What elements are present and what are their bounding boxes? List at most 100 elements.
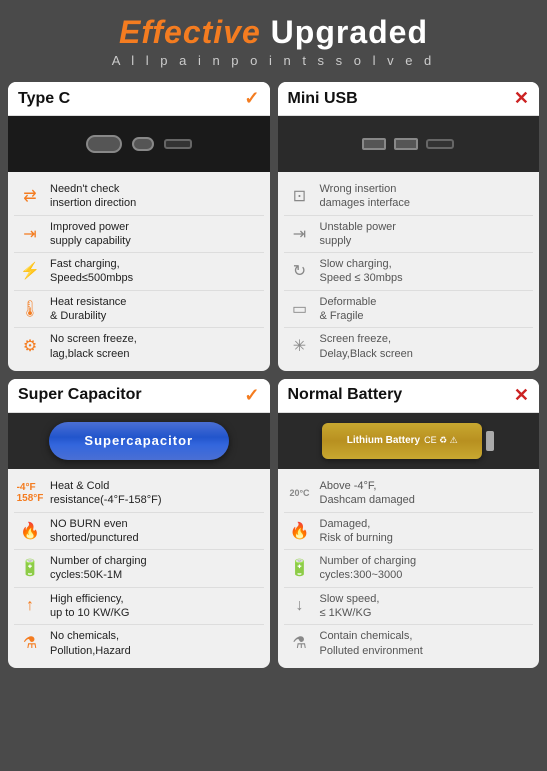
header: Effective Upgraded A l l p a i n p o i n… (0, 0, 547, 74)
feature-text: Needn't checkinsertion direction (50, 182, 136, 211)
feature-item: ⚗ No chemicals,Pollution,Hazard (14, 625, 264, 662)
feature-text: Number of chargingcycles:300~3000 (320, 554, 417, 583)
feature-text: No screen freeze,lag,black screen (50, 332, 137, 361)
feature-text: Heat & Coldresistance(-4°F-158°F) (50, 479, 162, 508)
mini-usb-badge: ✕ (514, 88, 529, 109)
feature-text: No chemicals,Pollution,Hazard (50, 629, 131, 658)
page-title: Effective Upgraded (10, 14, 537, 51)
unstable-power-icon: ⇥ (286, 220, 314, 248)
super-cap-badge: ✓ (244, 385, 259, 406)
main-grid: Type C ✓ ⇄ Needn't checkinsertion direct… (0, 74, 547, 676)
type-c-title: Type C (18, 90, 70, 108)
temp-damage-icon: 20°C (286, 479, 314, 507)
mini-usb-port-icon (362, 138, 386, 150)
battery-tip (486, 431, 494, 451)
feature-text: Unstable powersupply (320, 220, 396, 249)
freeze-icon: ✳ (286, 332, 314, 360)
feature-text: High efficiency,up to 10 KW/KG (50, 592, 129, 621)
feature-item: ▭ Deformable& Fragile (284, 291, 534, 329)
mini-usb-port2-icon (394, 138, 418, 150)
capacitor-image: Supercapacitor (8, 413, 270, 469)
fast-charge-icon: ⚡ (16, 257, 44, 285)
feature-text: Above -4°F,Dashcam damaged (320, 479, 415, 508)
type-c-header: Type C ✓ (8, 82, 270, 116)
feature-item: -4°F158°F Heat & Coldresistance(-4°F-158… (14, 475, 264, 513)
feature-item: ⊡ Wrong insertiondamages interface (284, 178, 534, 216)
super-cap-features: -4°F158°F Heat & Coldresistance(-4°F-158… (8, 469, 270, 668)
feature-item: ↑ High efficiency,up to 10 KW/KG (14, 588, 264, 626)
feature-item: ⇥ Improved powersupply capability (14, 216, 264, 254)
feature-text: Deformable& Fragile (320, 295, 377, 324)
mini-usb-header: Mini USB ✕ (278, 82, 540, 116)
efficiency-icon: ↑ (16, 592, 44, 620)
feature-item: ⇥ Unstable powersupply (284, 216, 534, 254)
battery-image: Lithium Battery CE ♻ ⚠ (278, 413, 540, 469)
normal-battery-header: Normal Battery ✕ (278, 379, 540, 413)
feature-text: Screen freeze,Delay,Black screen (320, 332, 413, 361)
feature-text: Improved powersupply capability (50, 220, 131, 249)
feature-item: ↻ Slow charging,Speed ≤ 30mbps (284, 253, 534, 291)
feature-text: Heat resistance& Durability (50, 295, 126, 324)
usb-slot-icon (164, 139, 192, 149)
battery-label: Lithium Battery (347, 435, 420, 446)
no-burn-icon: 🔥 (16, 517, 44, 545)
no-chemicals-icon: ⚗ (16, 629, 44, 657)
mini-usb-title: Mini USB (288, 90, 358, 108)
type-c-badge: ✓ (244, 88, 259, 109)
normal-battery-features: 20°C Above -4°F,Dashcam damaged 🔥 Damage… (278, 469, 540, 668)
low-cycles-icon: 🔋 (286, 554, 314, 582)
heat-icon: 🌡 (16, 295, 44, 323)
slow-charge-icon: ↻ (286, 257, 314, 285)
capacitor-body: Supercapacitor (49, 422, 229, 460)
mini-usb-image (278, 116, 540, 172)
feature-item: ✳ Screen freeze,Delay,Black screen (284, 328, 534, 365)
feature-item: ⚡ Fast charging,Speed≤500mbps (14, 253, 264, 291)
slow-speed-icon: ↓ (286, 592, 314, 620)
feature-item: ⚗ Contain chemicals,Polluted environment (284, 625, 534, 662)
power-icon: ⇥ (16, 220, 44, 248)
usb-c-port-small-icon (132, 137, 154, 151)
usb-slot2-icon (426, 139, 454, 149)
feature-item: 🔋 Number of chargingcycles:300~3000 (284, 550, 534, 588)
battery-body: Lithium Battery CE ♻ ⚠ (322, 423, 482, 459)
title-upgraded: Upgraded (261, 14, 428, 50)
mini-usb-card: Mini USB ✕ ⊡ Wrong insertiondamages inte… (278, 82, 540, 371)
feature-text: Fast charging,Speed≤500mbps (50, 257, 133, 286)
title-effective: Effective (119, 14, 261, 50)
feature-item: 🔥 Damaged,Risk of burning (284, 513, 534, 551)
normal-battery-card: Normal Battery ✕ Lithium Battery CE ♻ ⚠ … (278, 379, 540, 668)
feature-item: 🌡 Heat resistance& Durability (14, 291, 264, 329)
feature-text: Slow speed,≤ 1KW/KG (320, 592, 380, 621)
super-cap-header: Super Capacitor ✓ (8, 379, 270, 413)
deformable-icon: ▭ (286, 295, 314, 323)
wrong-insert-icon: ⊡ (286, 182, 314, 210)
feature-item: ⇄ Needn't checkinsertion direction (14, 178, 264, 216)
feature-item: 🔥 NO BURN evenshorted/punctured (14, 513, 264, 551)
feature-text: Contain chemicals,Polluted environment (320, 629, 423, 658)
mini-usb-features: ⊡ Wrong insertiondamages interface ⇥ Uns… (278, 172, 540, 371)
chemicals-icon: ⚗ (286, 629, 314, 657)
feature-item: ⚙ No screen freeze,lag,black screen (14, 328, 264, 365)
type-c-image (8, 116, 270, 172)
feature-text: NO BURN evenshorted/punctured (50, 517, 139, 546)
feature-item: 🔋 Number of chargingcycles:50K-1M (14, 550, 264, 588)
feature-item: 20°C Above -4°F,Dashcam damaged (284, 475, 534, 513)
direction-icon: ⇄ (16, 182, 44, 210)
usb-c-port-icon (86, 135, 122, 153)
super-cap-card: Super Capacitor ✓ Supercapacitor -4°F158… (8, 379, 270, 668)
super-cap-title: Super Capacitor (18, 386, 142, 404)
no-freeze-icon: ⚙ (16, 332, 44, 360)
burn-risk-icon: 🔥 (286, 517, 314, 545)
type-c-card: Type C ✓ ⇄ Needn't checkinsertion direct… (8, 82, 270, 371)
capacitor-label: Supercapacitor (84, 433, 193, 448)
page-subtitle: A l l p a i n p o i n t s s o l v e d (10, 53, 537, 68)
charge-cycles-icon: 🔋 (16, 554, 44, 582)
feature-item: ↓ Slow speed,≤ 1KW/KG (284, 588, 534, 626)
feature-text: Number of chargingcycles:50K-1M (50, 554, 147, 583)
feature-text: Slow charging,Speed ≤ 30mbps (320, 257, 403, 286)
cold-heat-icon: -4°F158°F (16, 479, 44, 507)
normal-battery-title: Normal Battery (288, 386, 403, 404)
feature-text: Damaged,Risk of burning (320, 517, 393, 546)
normal-battery-badge: ✕ (514, 385, 529, 406)
battery-symbols: CE ♻ ⚠ (424, 435, 458, 446)
